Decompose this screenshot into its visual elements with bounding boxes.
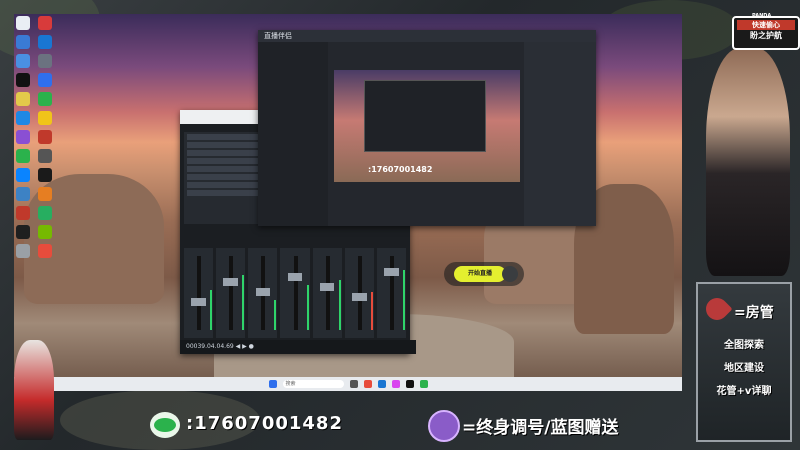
desktop-icon[interactable] (16, 225, 30, 239)
channel-strip (248, 248, 278, 338)
desktop-icon[interactable] (38, 168, 52, 182)
desktop-icon[interactable] (16, 92, 30, 106)
fader-track (293, 256, 298, 330)
settings-icon[interactable] (502, 266, 518, 282)
fader-knob[interactable] (319, 283, 335, 291)
contact-number: :17607001482 (186, 413, 343, 434)
info-panel: =房管 全图探索 地区建设 花管+v详聊 (696, 282, 792, 442)
fader-knob[interactable] (287, 273, 303, 281)
level-meter (242, 275, 245, 330)
desktop-capture: 00039.04.04.69 ◀ ▶ ● 直播伴侣 :17607001482 开… (14, 14, 682, 391)
panel-line: 全图探索 (724, 340, 764, 351)
channel-strip (184, 248, 214, 338)
desktop-icon[interactable] (16, 73, 30, 87)
chat-panel[interactable] (524, 42, 596, 226)
desktop-icon[interactable] (16, 168, 30, 182)
timecode: 00039.04.04.69 (186, 343, 234, 350)
desktop-icon[interactable] (38, 187, 52, 201)
channel-strip (280, 248, 310, 338)
tag-line-2: 盼之护航 (750, 31, 782, 40)
fader-track (197, 256, 202, 330)
taskbar-app-icon[interactable] (405, 380, 414, 388)
scene-panel[interactable] (258, 42, 328, 226)
taskbar-search[interactable]: 搜索 (282, 380, 344, 388)
fader-knob[interactable] (351, 293, 367, 301)
channel-strip (344, 248, 374, 338)
fader-knob[interactable] (384, 268, 399, 276)
rank-badge-icon (428, 410, 460, 442)
desktop-icon[interactable] (38, 16, 52, 30)
transport-bar[interactable]: 00039.04.04.69 ◀ ▶ ● (180, 340, 416, 354)
channel-strip (376, 248, 406, 338)
desktop-icon[interactable] (38, 225, 52, 239)
stream-companion-window[interactable]: 直播伴侣 :17607001482 (258, 30, 596, 226)
desktop-icon[interactable] (16, 187, 30, 201)
desktop-icon[interactable] (16, 16, 30, 30)
desktop-icon[interactable] (16, 130, 30, 144)
panel-heading: =房管 (734, 305, 774, 321)
promo-slogan: =终身调号/蓝图赠送 (462, 418, 619, 438)
fader-knob[interactable] (223, 278, 238, 286)
desktop-icon[interactable] (38, 92, 52, 106)
level-meter (402, 270, 405, 330)
desktop-icon[interactable] (16, 35, 30, 49)
streamer-tag: 快速偷心 盼之护航 (732, 16, 800, 50)
wechat-icon (150, 412, 180, 438)
channel-strip (312, 248, 342, 338)
desktop-icon[interactable] (38, 111, 52, 125)
character-art-left (14, 340, 54, 440)
start-live-button[interactable]: 开始直播 (454, 266, 506, 282)
taskbar-app-icon[interactable] (377, 380, 386, 388)
level-meter (210, 290, 213, 330)
preview-contact-text: :17607001482 (368, 165, 433, 174)
channel-strips (184, 248, 406, 338)
desktop-icon[interactable] (38, 244, 52, 258)
desktop-icon[interactable] (16, 244, 30, 258)
level-meter (274, 300, 277, 330)
level-meter (306, 285, 309, 330)
fader-knob[interactable] (255, 288, 271, 296)
desktop-icon[interactable] (38, 206, 52, 220)
level-meter (370, 292, 373, 330)
desktop-icon[interactable] (38, 149, 52, 163)
level-meter (338, 280, 341, 330)
desktop-icon[interactable] (38, 73, 52, 87)
desktop-icon[interactable] (16, 54, 30, 68)
desktop-icon[interactable] (16, 111, 30, 125)
fader-track (229, 256, 234, 330)
taskbar-app-icon[interactable] (363, 380, 372, 388)
desktop-icon[interactable] (38, 35, 52, 49)
taskbar: 搜索 (14, 377, 682, 391)
desktop-icons (16, 16, 56, 258)
desktop-icon[interactable] (38, 54, 52, 68)
character-art-right (706, 48, 790, 276)
desktop-icon[interactable] (38, 130, 52, 144)
channel-strip (216, 248, 246, 338)
window-title: 直播伴侣 (258, 30, 596, 42)
desktop-icon[interactable] (16, 206, 30, 220)
taskbar-app-icon[interactable] (419, 380, 428, 388)
panel-line: 地区建设 (724, 363, 764, 374)
nested-preview (364, 80, 486, 152)
desktop-icon[interactable] (16, 149, 30, 163)
tag-line-1: 快速偷心 (737, 20, 795, 30)
fader-track (325, 256, 330, 330)
taskbar-app-icon[interactable] (391, 380, 400, 388)
start-icon[interactable] (268, 380, 277, 388)
taskbar-app-icon[interactable] (349, 380, 358, 388)
fader-knob[interactable] (191, 298, 206, 306)
go-live-pill: 开始直播 (444, 262, 524, 286)
panel-line: 花管+v详聊 (716, 386, 772, 397)
